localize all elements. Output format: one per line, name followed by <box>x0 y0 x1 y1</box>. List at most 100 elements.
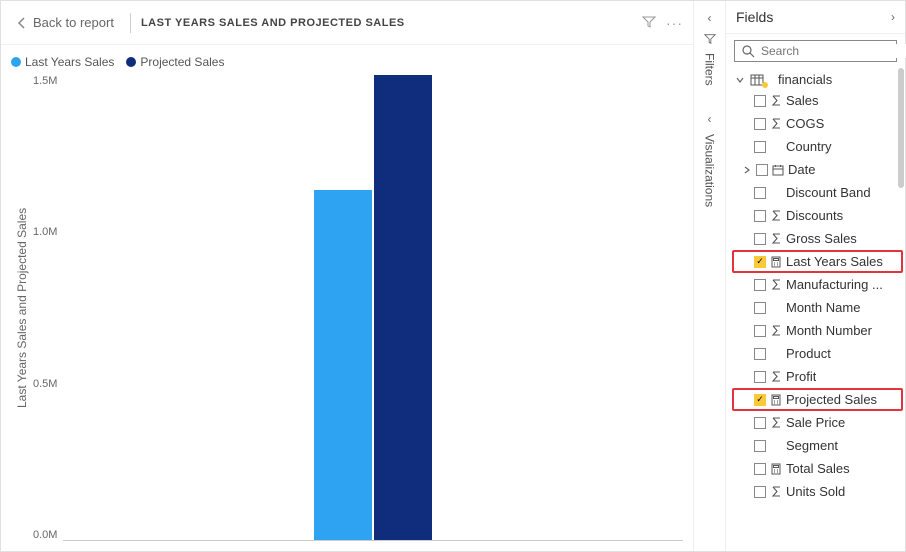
checkbox[interactable] <box>754 210 766 222</box>
chevron-left-icon <box>17 16 27 30</box>
field-row[interactable]: Month Number <box>732 319 903 342</box>
table-node[interactable]: financials <box>732 70 903 89</box>
field-row[interactable]: Total Sales <box>732 457 903 480</box>
chart-legend: Last Years Sales Projected Sales <box>1 45 693 75</box>
fields-tree: financials Sales COGS Country Date Discount … <box>726 68 905 551</box>
fields-panel: Fields › financials Sales COGS Country Date… <box>725 1 905 551</box>
field-name: Sale Price <box>786 415 845 430</box>
back-button[interactable]: Back to report <box>11 11 120 34</box>
chart-body: Last Years Sales and Projected Sales 1.5… <box>1 75 693 551</box>
sum-icon <box>770 371 782 382</box>
fields-header: Fields › <box>726 1 905 34</box>
yaxis-title: Last Years Sales and Projected Sales <box>11 75 33 541</box>
divider <box>130 13 131 33</box>
scrollbar[interactable] <box>898 68 904 188</box>
field-name: Manufacturing ... <box>786 277 883 292</box>
checkbox[interactable] <box>754 95 766 107</box>
field-row[interactable]: COGS <box>732 112 903 135</box>
search-input[interactable] <box>734 40 897 62</box>
field-name: Date <box>788 162 815 177</box>
field-name: Gross Sales <box>786 231 857 246</box>
search-field[interactable] <box>761 44 906 58</box>
field-name: Month Number <box>786 323 872 338</box>
legend-label: Projected Sales <box>140 55 224 69</box>
field-name: Sales <box>786 93 819 108</box>
checkbox[interactable] <box>754 141 766 153</box>
field-row[interactable]: Discount Band <box>732 181 903 204</box>
sum-icon <box>770 118 782 129</box>
plot-area <box>63 75 683 541</box>
visualizations-panel-toggle[interactable]: ‹ Visualizations <box>703 112 717 207</box>
checkbox[interactable] <box>754 118 766 130</box>
filter-icon[interactable] <box>642 15 656 31</box>
visualizations-label: Visualizations <box>703 134 717 207</box>
sum-icon <box>770 95 782 106</box>
chevron-right-icon[interactable]: › <box>891 10 895 24</box>
calc-icon <box>770 256 782 268</box>
bar[interactable] <box>314 190 372 540</box>
field-name: Country <box>786 139 832 154</box>
checkbox[interactable] <box>754 417 766 429</box>
checkbox[interactable] <box>754 371 766 383</box>
field-row[interactable]: Sale Price <box>732 411 903 434</box>
sum-icon <box>770 210 782 221</box>
legend-item[interactable]: Last Years Sales <box>11 55 114 69</box>
legend-label: Last Years Sales <box>25 55 114 69</box>
field-name: Month Name <box>786 300 860 315</box>
field-name: Total Sales <box>786 461 850 476</box>
sum-icon <box>770 279 782 290</box>
calc-icon <box>770 463 782 475</box>
sum-icon <box>770 417 782 428</box>
sum-icon <box>770 325 782 336</box>
field-row[interactable]: Gross Sales <box>732 227 903 250</box>
field-row[interactable]: Date <box>732 158 903 181</box>
checkbox[interactable] <box>754 325 766 337</box>
field-name: Profit <box>786 369 816 384</box>
filters-panel-toggle[interactable]: ‹ Filters <box>703 11 717 86</box>
chart-header: Back to report LAST YEARS SALES AND PROJ… <box>1 1 693 45</box>
field-row[interactable]: Month Name <box>732 296 903 319</box>
checkbox[interactable] <box>754 302 766 314</box>
field-name: Projected Sales <box>786 392 877 407</box>
checkbox[interactable] <box>754 348 766 360</box>
field-row[interactable]: Sales <box>732 89 903 112</box>
field-row[interactable]: Discounts <box>732 204 903 227</box>
legend-item[interactable]: Projected Sales <box>126 55 224 69</box>
fields-title: Fields <box>736 9 773 25</box>
field-row[interactable]: Country <box>732 135 903 158</box>
checkbox[interactable] <box>756 164 768 176</box>
ytick: 0.0M <box>33 529 57 541</box>
checkbox[interactable] <box>754 187 766 199</box>
field-row[interactable]: ✓ Last Years Sales <box>732 250 903 273</box>
field-name: Discount Band <box>786 185 871 200</box>
checkbox[interactable] <box>754 463 766 475</box>
field-row[interactable]: ✓ Projected Sales <box>732 388 903 411</box>
ytick: 1.5M <box>33 75 57 87</box>
field-row[interactable]: Manufacturing ... <box>732 273 903 296</box>
chart-canvas: Back to report LAST YEARS SALES AND PROJ… <box>1 1 693 551</box>
chevron-right-icon[interactable] <box>742 166 752 174</box>
checkbox[interactable] <box>754 279 766 291</box>
field-name: Units Sold <box>786 484 845 499</box>
field-name: COGS <box>786 116 824 131</box>
calc-icon <box>770 394 782 406</box>
funnel-icon <box>704 33 716 45</box>
field-name: Last Years Sales <box>786 254 883 269</box>
bar[interactable] <box>374 75 432 540</box>
checkbox[interactable] <box>754 233 766 245</box>
ytick: 1.0M <box>33 226 57 238</box>
checkbox[interactable] <box>754 440 766 452</box>
field-row[interactable]: Product <box>732 342 903 365</box>
yaxis: 1.5M 1.0M 0.5M 0.0M <box>33 75 63 541</box>
checkbox[interactable] <box>754 486 766 498</box>
field-name: Segment <box>786 438 838 453</box>
field-row[interactable]: Profit <box>732 365 903 388</box>
checkbox[interactable]: ✓ <box>754 394 766 406</box>
chevron-left-icon: ‹ <box>708 112 712 126</box>
field-row[interactable]: Segment <box>732 434 903 457</box>
more-icon[interactable]: ··· <box>666 15 683 31</box>
collapsed-panels: ‹ Filters ‹ Visualizations <box>693 1 725 551</box>
chart-title: LAST YEARS SALES AND PROJECTED SALES <box>141 17 405 29</box>
checkbox[interactable]: ✓ <box>754 256 766 268</box>
field-row[interactable]: Units Sold <box>732 480 903 503</box>
